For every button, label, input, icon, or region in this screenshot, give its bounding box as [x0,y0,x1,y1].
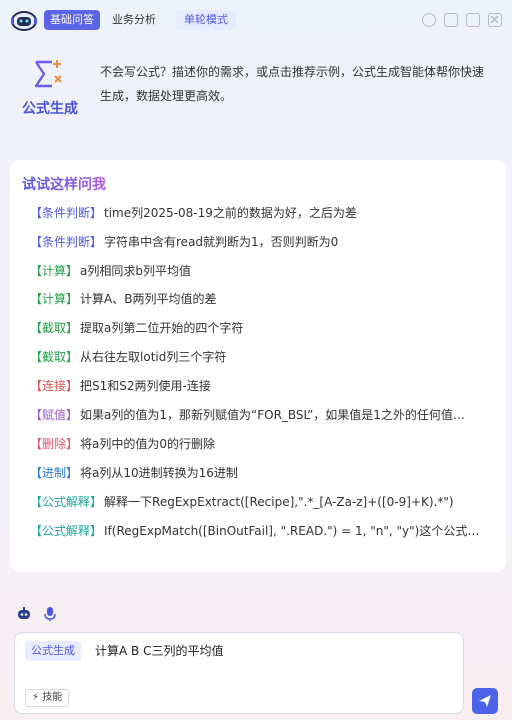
suggestion-text: 字符串中含有read就判断为1，否则判断为0 [104,235,339,249]
suggestion-tag: 【公式解释】 [30,495,103,509]
suggestion-item[interactable]: 【连接】 把S1和S2两列使用-连接 [30,375,490,397]
suggestion-text: 计算A、B两列平均值的差 [80,292,217,306]
suggestion-tag: 【截取】 [30,350,79,364]
suggestion-item[interactable]: 【计算】 计算A、B两列平均值的差 [30,288,490,310]
suggestion-tag: 【条件判断】 [30,206,103,220]
suggestion-text: 如果a列的值为1，那新列赋值为“FOR_BSL”，如果值是1之外的任何值… [80,408,465,422]
skill-label: 技能 [42,692,63,703]
suggestion-text: 将a列从10进制转换为16进制 [80,466,238,480]
suggestion-item[interactable]: 【截取】 从右往左取lotid列三个字符 [30,346,490,368]
suggestion-item[interactable]: 【条件判断】 字符串中含有read就判断为1，否则判断为0 [30,231,490,253]
suggestion-tag: 【赋值】 [30,408,79,422]
chat-input-box[interactable]: 公式生成 ⚡ 技能 [14,632,464,714]
suggestion-item[interactable]: 【计算】 a列相同求b列平均值 [30,260,490,282]
suggestion-item[interactable]: 【赋值】 如果a列的值为1，那新列赋值为“FOR_BSL”，如果值是1之外的任何值… [30,404,490,426]
window-icon[interactable] [466,13,480,27]
tab-basic-qa[interactable]: 基础问答 [44,10,100,30]
top-bar: 基础问答 业务分析 单轮模式 [0,0,512,40]
suggestions-panel: 试试这样问我 【条件判断】 time列2025-08-19之前的数据为好，之后为差… [10,160,506,572]
history-icon[interactable] [422,13,436,27]
microphone-icon[interactable] [42,606,58,626]
suggestion-text: 把S1和S2两列使用-连接 [80,379,211,393]
skill-button[interactable]: ⚡ 技能 [25,689,70,707]
suggestion-item[interactable]: 【进制】 将a列从10进制转换为16进制 [30,462,490,484]
suggestion-item[interactable]: 【公式解释】 解释一下RegExpExtract([Recipe],".*_[A-… [30,491,490,513]
send-button[interactable] [472,688,498,714]
input-tools [16,606,58,626]
intro-title: 公式生成 [22,101,78,117]
robot-icon[interactable] [16,606,32,626]
suggestion-item[interactable]: 【删除】 将a列中的值为0的行删除 [30,433,490,455]
suggestions-title: 试试这样问我 [22,174,106,194]
sigma-formula-icon [24,56,72,96]
send-icon [479,695,491,707]
suggestion-item[interactable]: 【公式解释】 If(RegExpMatch([BinOutFail], ".REA… [30,520,490,542]
close-icon[interactable] [488,13,502,27]
tab-business-analysis[interactable]: 业务分析 [106,10,162,30]
suggestion-text: 将a列中的值为0的行删除 [80,437,216,451]
suggestion-item[interactable]: 【条件判断】 time列2025-08-19之前的数据为好，之后为差 [30,202,490,224]
wand-icon: ⚡ [32,692,40,703]
suggestion-tag: 【条件判断】 [30,235,103,249]
suggestion-text: 解释一下RegExpExtract([Recipe],".*_[A-Za-z]+… [104,495,454,509]
suggestion-item[interactable]: 【截取】 提取a列第二位开始的四个字符 [30,317,490,339]
window-controls [422,13,502,27]
intro-section: 公式生成 不会写公式？描述你的需求，或点击推荐示例，公式生成智能体帮你快速生成，… [0,48,512,128]
suggestion-tag: 【进制】 [30,466,79,480]
suggestion-tag: 【公式解释】 [30,524,103,538]
suggestion-tag: 【连接】 [30,379,79,393]
suggestion-text: a列相同求b列平均值 [80,264,191,278]
suggestion-text: 从右往左取lotid列三个字符 [80,350,227,364]
suggestion-tag: 【计算】 [30,264,79,278]
suggestion-tag: 【删除】 [30,437,79,451]
single-turn-mode-toggle[interactable]: 单轮模式 [176,10,236,30]
suggestion-tag: 【计算】 [30,292,79,306]
chat-input[interactable] [95,641,435,661]
robot-logo-icon [10,8,38,32]
suggestion-tag: 【截取】 [30,321,79,335]
export-icon[interactable] [444,13,458,27]
suggestion-text: time列2025-08-19之前的数据为好，之后为差 [104,206,357,220]
intro-description: 不会写公式？描述你的需求，或点击推荐示例，公式生成智能体帮你快速生成，数据处理更… [100,65,485,103]
formula-mode-tag[interactable]: 公式生成 [25,641,81,661]
suggestion-text: 提取a列第二位开始的四个字符 [80,321,244,335]
suggestion-text: If(RegExpMatch([BinOutFail], ".READ.") =… [104,524,490,538]
